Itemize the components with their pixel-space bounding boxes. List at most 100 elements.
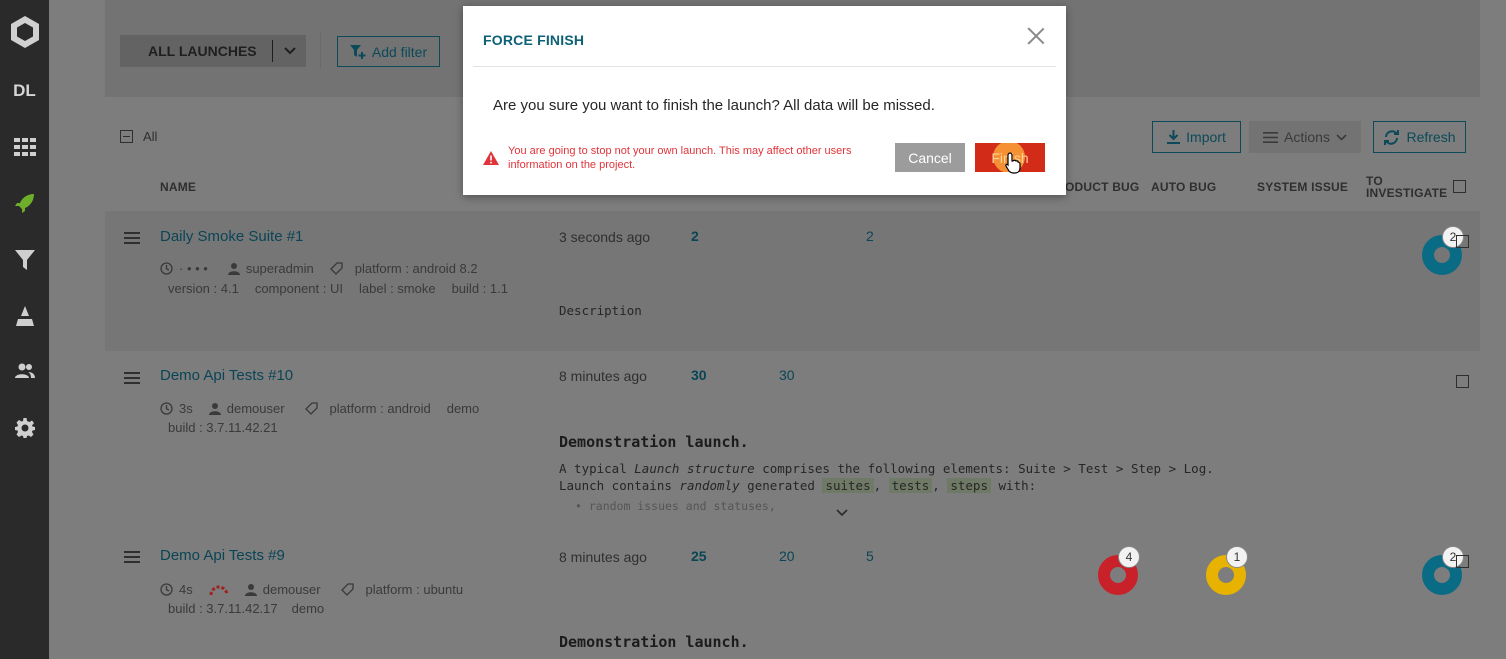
- add-filter-label: Add filter: [371, 43, 428, 60]
- menu-lines-icon: [1263, 131, 1279, 143]
- tag-icon: [329, 262, 343, 275]
- launch-owner: demouser: [262, 582, 321, 597]
- launch-name[interactable]: Demo Api Tests #10: [160, 367, 293, 384]
- launch-duration: 4s: [179, 582, 193, 597]
- settings-gear-icon[interactable]: [0, 408, 49, 448]
- dialog-divider: [473, 66, 1056, 67]
- desc-emphasis: randomly: [679, 478, 740, 493]
- launch-attribute[interactable]: build : 3.7.11.42.21: [168, 420, 278, 435]
- toolbar-divider: [320, 33, 321, 69]
- row-checkbox[interactable]: [1456, 235, 1469, 248]
- select-all-checkbox[interactable]: [120, 130, 133, 143]
- download-icon: [1167, 130, 1181, 144]
- description-line-faded: • random issues and statuses,: [575, 499, 776, 513]
- failed-count[interactable]: 5: [866, 548, 874, 564]
- description-heading: Demonstration launch.: [559, 433, 749, 451]
- user-icon: [227, 262, 240, 275]
- launch-owner: superadmin: [245, 261, 314, 276]
- code-tag: suites: [822, 478, 874, 493]
- expand-description-icon[interactable]: [835, 508, 849, 517]
- row-checkbox[interactable]: [1456, 555, 1469, 568]
- project-selector[interactable]: DL: [0, 71, 49, 111]
- clock-icon: [160, 583, 173, 596]
- cancel-button[interactable]: Cancel: [895, 143, 965, 172]
- launch-name[interactable]: Demo Api Tests #9: [160, 547, 285, 564]
- total-count[interactable]: 25: [691, 548, 707, 564]
- tag-icon: [304, 402, 318, 415]
- launch-start-time: 8 minutes ago: [559, 549, 647, 565]
- column-header-system-issue[interactable]: SYSTEM ISSUE: [1257, 180, 1348, 194]
- table-row: Demo Api Tests #10 3s demouser platform …: [105, 353, 1480, 531]
- launch-duration: · • • •: [179, 261, 208, 276]
- refresh-button[interactable]: Refresh: [1373, 121, 1466, 153]
- launch-attributes: build : 3.7.11.42.17 demo: [168, 601, 324, 616]
- debug-icon[interactable]: [0, 296, 49, 336]
- launch-meta: 3s demouser platform : android demo: [160, 401, 479, 416]
- chevron-down-icon[interactable]: [273, 47, 306, 55]
- desc-text: generated: [739, 478, 823, 493]
- dialog-warning: You are going to stop not your own launc…: [508, 145, 852, 171]
- total-count[interactable]: 2: [691, 228, 699, 244]
- launch-filter-select[interactable]: ALL LAUNCHES: [120, 35, 306, 67]
- launch-start-time: 8 minutes ago: [559, 368, 647, 384]
- description-line: Launch contains randomly generated suite…: [559, 478, 1037, 493]
- add-filter-icon: [349, 44, 366, 59]
- launch-attributes: version : 4.1 component : UI label : smo…: [168, 281, 508, 296]
- header-checkbox[interactable]: [1453, 180, 1466, 193]
- total-count[interactable]: 30: [691, 367, 707, 383]
- launch-attribute[interactable]: build : 1.1: [452, 281, 508, 296]
- launch-name[interactable]: Daily Smoke Suite #1: [160, 228, 303, 245]
- column-header-to-investigate[interactable]: TO INVESTIGATE: [1366, 175, 1447, 199]
- desc-text: Launch contains: [559, 478, 680, 493]
- column-header-product-bug[interactable]: ODUCT BUG: [1065, 180, 1139, 194]
- filter-icon[interactable]: [0, 240, 49, 280]
- launch-attribute[interactable]: platform : android 8.2: [355, 261, 478, 276]
- clock-icon: [160, 262, 173, 275]
- members-icon[interactable]: [0, 351, 49, 391]
- row-menu-icon[interactable]: [124, 372, 140, 387]
- launch-attribute[interactable]: demo: [447, 401, 480, 416]
- table-row: Daily Smoke Suite #1 · • • • superadmin …: [105, 211, 1480, 351]
- actions-dropdown[interactable]: Actions: [1249, 121, 1361, 153]
- chevron-down-icon: [1336, 133, 1347, 141]
- column-header-name[interactable]: NAME: [160, 180, 196, 194]
- row-menu-icon[interactable]: [124, 551, 140, 566]
- rocket-launches-icon[interactable]: [0, 183, 49, 223]
- description-heading: Demonstration launch.: [559, 633, 749, 651]
- code-tag: tests: [888, 478, 933, 493]
- auto-bug-badge: 1: [1226, 546, 1248, 568]
- dialog-title: FORCE FINISH: [483, 32, 585, 48]
- add-filter-button[interactable]: Add filter: [337, 36, 440, 67]
- launch-meta: · • • • superadmin platform : android 8.…: [160, 261, 478, 276]
- launch-attribute[interactable]: label : smoke: [359, 281, 436, 296]
- passed-count[interactable]: 30: [779, 367, 795, 383]
- launch-attribute[interactable]: demo: [292, 601, 325, 616]
- select-all-label: All: [143, 129, 158, 144]
- launch-start-time: 3 seconds ago: [559, 229, 651, 245]
- launch-attribute[interactable]: version : 4.1: [168, 281, 239, 296]
- reportportal-logo-icon[interactable]: [0, 12, 49, 52]
- launch-attribute[interactable]: component : UI: [255, 281, 343, 296]
- launch-attribute[interactable]: platform : android: [330, 401, 431, 416]
- row-menu-icon[interactable]: [124, 232, 140, 247]
- user-icon: [244, 583, 257, 596]
- desc-emphasis: Launch structure: [634, 461, 755, 476]
- refresh-label: Refresh: [1406, 129, 1456, 145]
- import-label: Import: [1186, 129, 1226, 145]
- row-checkbox[interactable]: [1456, 375, 1469, 388]
- passed-count[interactable]: 20: [779, 548, 795, 564]
- import-button[interactable]: Import: [1152, 121, 1241, 153]
- launch-attribute[interactable]: platform : ubuntu: [366, 582, 464, 597]
- launch-meta: 4s demouser platform : ubuntu: [160, 582, 463, 597]
- dashboard-grid-icon[interactable]: [0, 127, 49, 167]
- hand-cursor-icon: [1005, 152, 1021, 174]
- failed-count[interactable]: 2: [866, 228, 874, 244]
- desc-text: comprises the following elements: Suite …: [754, 461, 1214, 476]
- launch-duration: 3s: [179, 401, 193, 416]
- column-header-auto-bug[interactable]: AUTO BUG: [1151, 180, 1216, 194]
- launch-attribute[interactable]: build : 3.7.11.42.17: [168, 601, 278, 616]
- table-row: Demo Api Tests #9 4s demouser platform :…: [105, 533, 1480, 659]
- dialog-message: Are you sure you want to finish the laun…: [493, 97, 935, 114]
- refresh-icon: [1384, 129, 1400, 145]
- close-icon[interactable]: [1026, 26, 1046, 46]
